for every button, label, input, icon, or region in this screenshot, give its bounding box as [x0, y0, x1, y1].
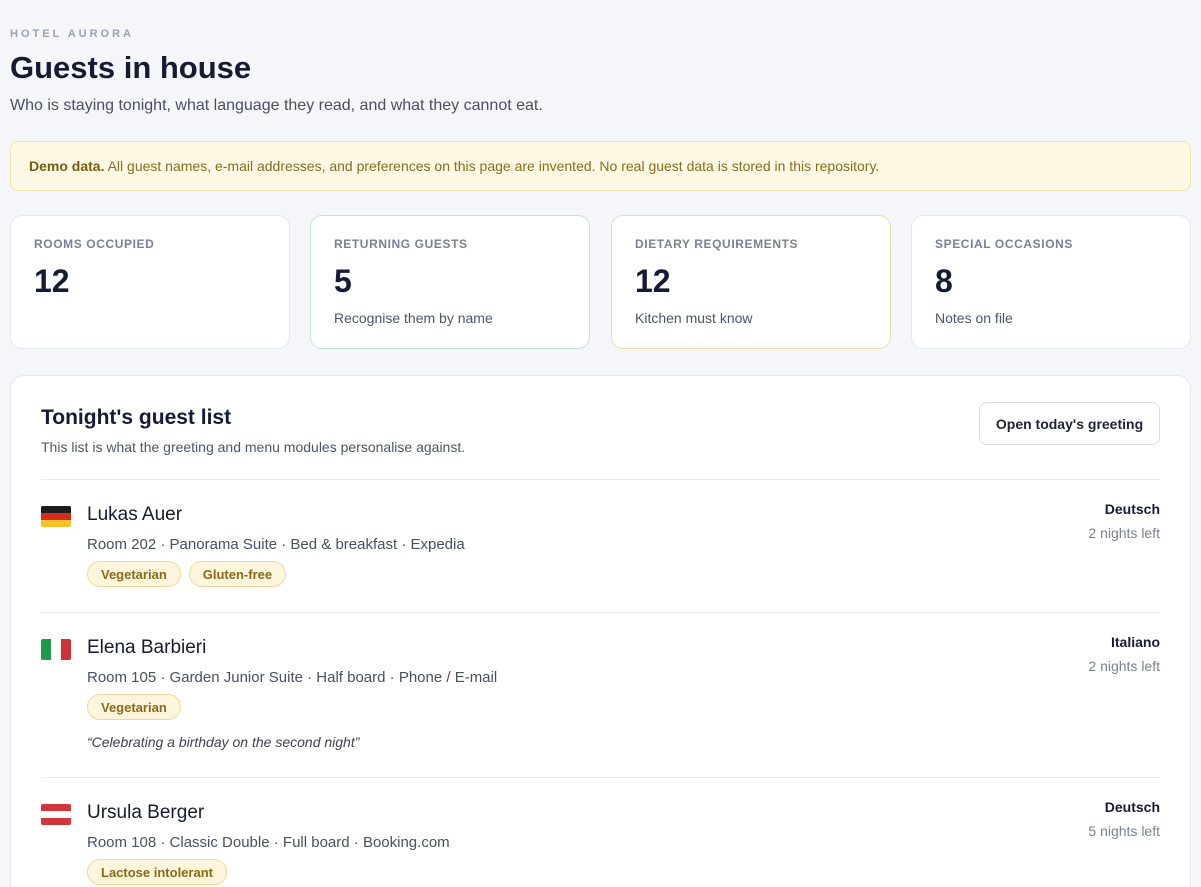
dietary-tag: Lactose intolerant	[87, 859, 227, 885]
guest-list-subtitle: This list is what the greeting and menu …	[41, 439, 466, 455]
stat-note: Kitchen must know	[635, 310, 753, 326]
dietary-tag: Vegetarian	[87, 694, 181, 720]
page-subtitle: Who is staying tonight, what language th…	[10, 97, 543, 114]
guest-tags: Vegetarian	[87, 694, 181, 720]
guest-meta: Room 108 · Classic Double · Full board ·…	[87, 834, 450, 851]
guest-occasion-note: “Celebrating a birthday on the second ni…	[87, 734, 360, 750]
guest-language: Deutsch	[1104, 799, 1160, 815]
guest-row[interactable]: Ursula Berger Room 108 · Classic Double …	[41, 799, 1160, 887]
demo-data-banner: Demo data. All guest names, e-mail addre…	[10, 141, 1191, 191]
guest-language: Deutsch	[1104, 501, 1160, 517]
guest-list-card: Tonight's guest list This list is what t…	[10, 375, 1191, 887]
dietary-tag: Vegetarian	[87, 561, 181, 587]
banner-text: All guest names, e-mail addresses, and p…	[104, 158, 880, 174]
stat-note: Notes on file	[935, 310, 1013, 326]
guest-name: Elena Barbieri	[87, 637, 207, 658]
page-title: Guests in house	[10, 50, 252, 85]
stat-note: Recognise them by name	[334, 310, 493, 326]
divider	[41, 479, 1160, 480]
stat-label: DIETARY REQUIREMENTS	[635, 237, 799, 251]
guests-page: HOTEL AURORA Guests in house Who is stay…	[0, 0, 1201, 887]
guest-nights: 2 nights left	[1088, 525, 1160, 541]
stat-dietary-requirements: DIETARY REQUIREMENTS 12 Kitchen must kno…	[611, 215, 891, 349]
guest-nights: 2 nights left	[1088, 658, 1160, 674]
stat-value: 8	[935, 263, 953, 299]
stat-value: 12	[34, 263, 70, 299]
divider	[41, 612, 1160, 613]
open-greeting-button[interactable]: Open today's greeting	[979, 402, 1160, 445]
italy-flag-icon	[41, 639, 71, 660]
stat-value: 5	[334, 263, 352, 299]
stat-returning-guests: RETURNING GUESTS 5 Recognise them by nam…	[310, 215, 590, 349]
banner-strong: Demo data.	[29, 158, 105, 174]
stat-label: ROOMS OCCUPIED	[34, 237, 155, 251]
stat-rooms-occupied: ROOMS OCCUPIED 12	[10, 215, 290, 349]
guest-name: Ursula Berger	[87, 802, 205, 823]
guest-meta: Room 105 · Garden Junior Suite · Half bo…	[87, 669, 498, 686]
guest-language: Italiano	[1110, 634, 1160, 650]
guest-list-title: Tonight's guest list	[41, 406, 232, 429]
dietary-tag: Gluten-free	[188, 561, 287, 587]
stat-special-occasions: SPECIAL OCCASIONS 8 Notes on file	[911, 215, 1191, 349]
guest-row[interactable]: Elena Barbieri Room 105 · Garden Junior …	[41, 634, 1160, 767]
stat-label: SPECIAL OCCASIONS	[935, 237, 1073, 251]
guest-tags: Lactose intolerant	[87, 859, 227, 885]
stat-value: 12	[635, 263, 671, 299]
stat-label: RETURNING GUESTS	[334, 237, 468, 251]
divider	[41, 777, 1160, 778]
guest-row[interactable]: Lukas Auer Room 202 · Panorama Suite · B…	[41, 501, 1160, 604]
guest-nights: 5 nights left	[1088, 823, 1160, 839]
guest-tags: Vegetarian Gluten-free	[87, 561, 287, 587]
guest-name: Lukas Auer	[87, 504, 183, 525]
hotel-brand: HOTEL AURORA	[10, 28, 134, 40]
germany-flag-icon	[41, 506, 71, 527]
guest-meta: Room 202 · Panorama Suite · Bed & breakf…	[87, 536, 465, 553]
austria-flag-icon	[41, 804, 71, 825]
